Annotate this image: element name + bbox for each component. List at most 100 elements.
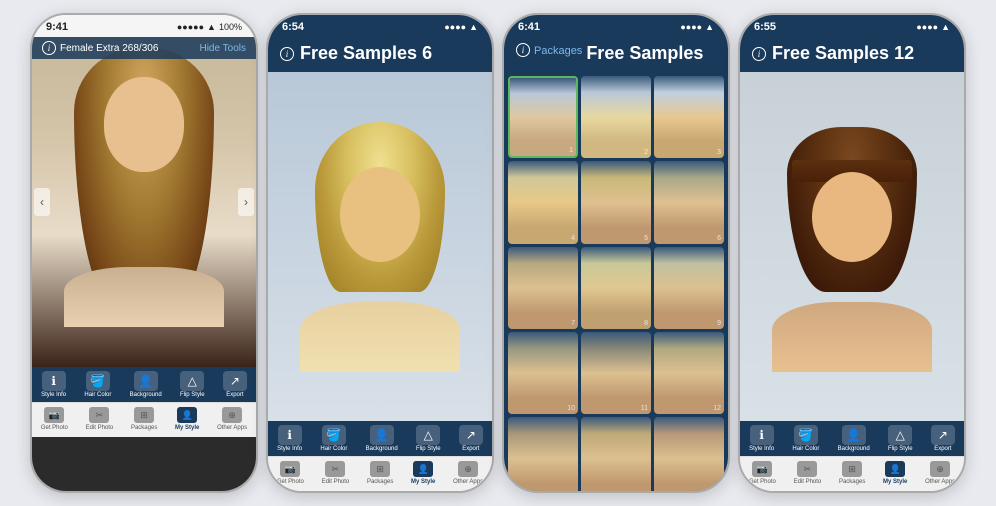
time-3: 6:41 (518, 21, 540, 33)
toolbar-2: ℹ Style Info 🪣 Hair Color 👤 Background △… (268, 421, 492, 456)
my-style-icon-1: 👤 (177, 407, 197, 423)
item-num-2: 2 (644, 149, 648, 156)
style-info-btn-2[interactable]: ℹ Style Info (277, 425, 302, 452)
thumbnail-12 (654, 332, 724, 414)
tab-other-apps-1[interactable]: ⊕ Other Apps (217, 407, 247, 431)
thumbnail-10 (508, 332, 578, 414)
page-header-3: i Packages Free Samples (504, 37, 728, 72)
camera-icon-4: 📷 (752, 461, 772, 477)
toolbar-1: ℹ Style Info 🪣 Hair Color 👤 Background △… (32, 367, 256, 402)
info-icon-2[interactable]: i (280, 47, 294, 61)
item-num-11: 11 (641, 405, 648, 412)
grid-item-11[interactable]: 11 (581, 332, 651, 414)
background-icon-2: 👤 (370, 425, 394, 445)
tab-get-photo-4[interactable]: 📷 Get Photo (749, 461, 776, 485)
grid-item-13[interactable]: 13 (508, 417, 578, 493)
edit-icon-4: ✂ (797, 461, 817, 477)
grid-item-4[interactable]: 4 (508, 161, 578, 243)
hide-tools-btn[interactable]: Hide Tools (199, 43, 246, 54)
thumbnail-5 (581, 161, 651, 243)
thumbnail-14 (581, 417, 651, 493)
time-1: 9:41 (46, 21, 68, 33)
flip-style-btn-1[interactable]: △ Flip Style (180, 371, 205, 398)
tab-edit-photo-2[interactable]: ✂ Edit Photo (322, 461, 350, 485)
camera-icon-2: 📷 (280, 461, 300, 477)
grid-item-7[interactable]: 7 (508, 247, 578, 329)
grid-item-6[interactable]: 6 (654, 161, 724, 243)
main-photo-4 (740, 72, 964, 421)
other-apps-icon-2: ⊕ (458, 461, 478, 477)
item-num-3: 3 (717, 149, 721, 156)
tab-get-photo-1[interactable]: 📷 Get Photo (41, 407, 68, 431)
export-btn-2[interactable]: ↗ Export (459, 425, 483, 452)
tab-packages-2[interactable]: ⊞ Packages (367, 461, 393, 485)
time-2: 6:54 (282, 21, 304, 33)
tab-edit-photo-1[interactable]: ✂ Edit Photo (86, 407, 114, 431)
tab-my-style-2[interactable]: 👤 My Style (411, 461, 435, 485)
nav-arrows: ‹ › (32, 188, 256, 216)
export-icon-4: ↗ (931, 425, 955, 445)
tab-packages-4[interactable]: ⊞ Packages (839, 461, 865, 485)
flip-style-btn-4[interactable]: △ Flip Style (888, 425, 913, 452)
hair-color-btn-4[interactable]: 🪣 Hair Color (792, 425, 819, 452)
grid-item-10[interactable]: 10 (508, 332, 578, 414)
grid-item-9[interactable]: 9 (654, 247, 724, 329)
style-info-icon-4: ℹ (750, 425, 774, 445)
bottom-tabs-2: 📷 Get Photo ✂ Edit Photo ⊞ Packages 👤 My… (268, 456, 492, 491)
thumbnail-2 (581, 76, 651, 158)
background-btn-1[interactable]: 👤 Background (130, 371, 162, 398)
tab-edit-photo-4[interactable]: ✂ Edit Photo (794, 461, 822, 485)
main-photo-2 (268, 72, 492, 421)
grid-item-8[interactable]: 8 (581, 247, 651, 329)
signal-icon-3: ●●●● (680, 22, 702, 32)
item-num-8: 8 (644, 320, 648, 327)
prev-arrow[interactable]: ‹ (34, 188, 50, 216)
other-apps-icon-1: ⊕ (222, 407, 242, 423)
battery-icon-1: 100% (219, 22, 242, 32)
tab-packages-1[interactable]: ⊞ Packages (131, 407, 157, 431)
phone-1: 9:41 ●●●●● ▲ 100% i Female Extra 268/306… (30, 13, 258, 493)
my-style-icon-2: 👤 (413, 461, 433, 477)
status-icons-1: ●●●●● ▲ 100% (177, 22, 242, 32)
hair-color-btn-2[interactable]: 🪣 Hair Color (320, 425, 347, 452)
bottom-tabs-1: 📷 Get Photo ✂ Edit Photo ⊞ Packages 👤 My… (32, 402, 256, 437)
back-btn-3[interactable]: Packages (534, 43, 582, 57)
flip-style-btn-2[interactable]: △ Flip Style (416, 425, 441, 452)
other-apps-icon-4: ⊕ (930, 461, 950, 477)
status-bar-2: 6:54 ●●●● ▲ (268, 15, 492, 37)
grid-item-2[interactable]: 2 (581, 76, 651, 158)
grid-item-1[interactable]: 1 (508, 76, 578, 158)
page-title-2: Free Samples 6 (300, 43, 432, 64)
background-btn-2[interactable]: 👤 Background (366, 425, 398, 452)
flip-style-icon-1: △ (180, 371, 204, 391)
grid-item-14[interactable]: 14 (581, 417, 651, 493)
style-info-btn-4[interactable]: ℹ Style Info (749, 425, 774, 452)
export-btn-4[interactable]: ↗ Export (931, 425, 955, 452)
hair-color-btn-1[interactable]: 🪣 Hair Color (84, 371, 111, 398)
grid-item-5[interactable]: 5 (581, 161, 651, 243)
info-icon-4[interactable]: i (752, 47, 766, 61)
tab-my-style-4[interactable]: 👤 My Style (883, 461, 907, 485)
tab-other-apps-4[interactable]: ⊕ Other Apps (925, 461, 955, 485)
export-btn-1[interactable]: ↗ Export (223, 371, 247, 398)
grid-item-3[interactable]: 3 (654, 76, 724, 158)
page-title-4: Free Samples 12 (772, 43, 914, 64)
export-icon-2: ↗ (459, 425, 483, 445)
tab-get-photo-2[interactable]: 📷 Get Photo (277, 461, 304, 485)
packages-icon-4: ⊞ (842, 461, 862, 477)
thumbnail-15 (654, 417, 724, 493)
info-icon-3[interactable]: i (516, 43, 530, 57)
style-info-btn-1[interactable]: ℹ Style Info (41, 371, 66, 398)
info-icon-1[interactable]: i (42, 41, 56, 55)
tab-my-style-1[interactable]: 👤 My Style (175, 407, 199, 431)
page-title-3: Free Samples (586, 43, 703, 64)
wifi-icon-2: ▲ (469, 22, 478, 32)
screen-4: i Free Samples 12 ℹ (740, 37, 964, 491)
grid-item-12[interactable]: 12 (654, 332, 724, 414)
tab-other-apps-2[interactable]: ⊕ Other Apps (453, 461, 483, 485)
next-arrow[interactable]: › (238, 188, 254, 216)
background-btn-4[interactable]: 👤 Background (838, 425, 870, 452)
thumbnail-6 (654, 161, 724, 243)
header-title-1: Female Extra 268/306 (60, 43, 158, 54)
grid-item-15[interactable]: 15 (654, 417, 724, 493)
